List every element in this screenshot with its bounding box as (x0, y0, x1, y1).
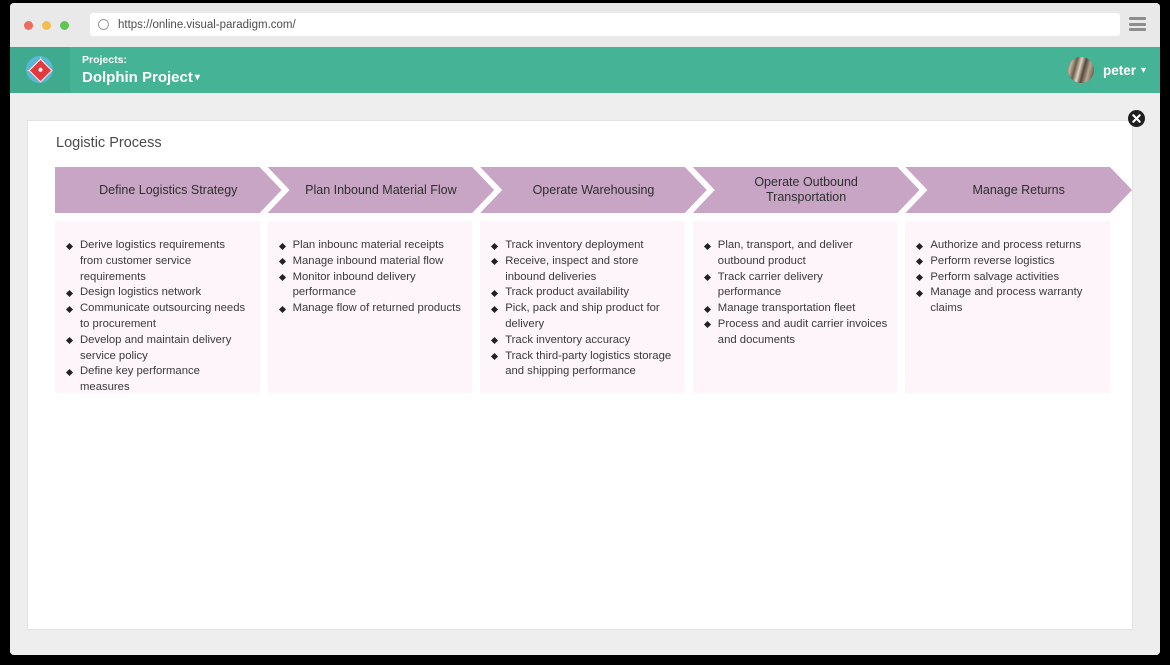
process-stage-body: Track inventory deployment Receive, inspe… (480, 221, 685, 393)
app-header: Projects: Dolphin Project ▾ peter ▾ (10, 47, 1160, 93)
list-item: Process and audit carrier invoices and d… (703, 317, 888, 349)
list-item: Monitor inbound delivery performance (278, 270, 463, 302)
process-stage-bodies: Derive logistics requirements from custo… (55, 221, 1110, 393)
reload-icon[interactable] (98, 19, 109, 30)
list-item: Perform salvage activities (915, 270, 1100, 286)
process-activity-list: Plan inbounc material receipts Manage inb… (268, 221, 473, 317)
process-stage-body: Derive logistics requirements from custo… (55, 221, 260, 393)
process-chevron-diagram: Define Logistics Strategy Plan Inbound Ma… (55, 167, 1110, 497)
hamburger-menu-icon[interactable] (1129, 17, 1146, 31)
list-item: Manage flow of returned products (278, 301, 463, 317)
app-logo-button[interactable] (10, 47, 70, 93)
address-bar-text: https://online.visual-paradigm.com/ (118, 18, 296, 31)
minimize-window-button[interactable] (42, 21, 51, 30)
list-item: Communicate outsourcing needs to procure… (65, 301, 250, 333)
visual-paradigm-logo-icon (25, 55, 55, 85)
process-stage-header[interactable]: Operate Outbound Transportation (693, 167, 920, 213)
list-item: Design logistics network (65, 285, 250, 301)
chevron-down-icon: ▾ (1140, 64, 1146, 76)
list-item: Track inventory deployment (490, 238, 675, 254)
user-menu[interactable]: peter ▾ (1067, 47, 1146, 93)
list-item: Manage transportation fleet (703, 301, 888, 317)
process-stage-body: Plan, transport, and deliver outbound pr… (692, 221, 898, 393)
workspace: Logistic Process Define Logistics Strate… (10, 93, 1160, 655)
diagram-card: Logistic Process Define Logistics Strate… (27, 110, 1145, 630)
list-item: Plan, transport, and deliver outbound pr… (703, 238, 888, 270)
process-activity-list: Derive logistics requirements from custo… (55, 221, 260, 396)
project-name: Dolphin Project ▾ (82, 68, 200, 87)
process-stage-body: Plan inbounc material receipts Manage inb… (267, 221, 473, 393)
project-name-text: Dolphin Project (82, 69, 193, 86)
process-activity-list: Track inventory deployment Receive, inspe… (480, 221, 685, 380)
maximize-window-button[interactable] (60, 21, 69, 30)
list-item: Track product availability (490, 285, 675, 301)
list-item: Perform reverse logistics (915, 254, 1100, 270)
process-activity-list: Plan, transport, and deliver outbound pr… (693, 221, 898, 349)
chevron-down-icon: ▾ (194, 72, 200, 83)
process-stage-label: Define Logistics Strategy (99, 182, 238, 197)
list-item: Define key performance measures (65, 364, 250, 396)
process-stage-label: Plan Inbound Material Flow (305, 182, 457, 197)
process-stage-label: Operate Warehousing (532, 182, 655, 197)
process-stage-body: Authorize and process returns Perform rev… (905, 221, 1110, 393)
page-title: Logistic Process (56, 135, 162, 151)
list-item: Derive logistics requirements from custo… (65, 238, 250, 285)
browser-toolbar: https://online.visual-paradigm.com/ (10, 3, 1160, 48)
process-stage-label: Manage Returns (972, 182, 1065, 197)
list-item: Receive, inspect and store inbound deliv… (490, 254, 675, 286)
browser-window: https://online.visual-paradigm.com/ Proj… (10, 3, 1160, 655)
projects-label: Projects: (82, 54, 127, 66)
list-item: Track inventory accuracy (490, 333, 675, 349)
process-stage-label: Operate Outbound Transportation (754, 175, 858, 204)
list-item: Plan inbounc material receipts (278, 238, 463, 254)
list-item: Track third-party logistics storage and … (490, 349, 675, 381)
avatar (1067, 57, 1094, 83)
list-item: Pick, pack and ship product for delivery (490, 301, 675, 333)
process-stage-header[interactable]: Plan Inbound Material Flow (268, 167, 495, 213)
list-item: Manage and process warranty claims (915, 285, 1100, 317)
process-stage-header[interactable]: Operate Warehousing (480, 167, 707, 213)
close-window-button[interactable] (24, 21, 33, 30)
window-traffic-lights (24, 21, 69, 30)
project-selector[interactable]: Projects: Dolphin Project ▾ (82, 53, 200, 87)
close-icon[interactable] (1128, 110, 1145, 127)
address-bar[interactable]: https://online.visual-paradigm.com/ (90, 13, 1120, 36)
list-item: Track carrier delivery performance (703, 270, 888, 302)
process-stage-header[interactable]: Manage Returns (905, 167, 1132, 213)
process-stage-header[interactable]: Define Logistics Strategy (55, 167, 282, 213)
list-item: Authorize and process returns (915, 238, 1100, 254)
list-item: Manage inbound material flow (278, 254, 463, 270)
process-stage-headers: Define Logistics Strategy Plan Inbound Ma… (55, 167, 1110, 213)
process-activity-list: Authorize and process returns Perform rev… (905, 221, 1110, 317)
list-item: Develop and maintain delivery service po… (65, 333, 250, 365)
user-name-label: peter (1102, 62, 1136, 78)
